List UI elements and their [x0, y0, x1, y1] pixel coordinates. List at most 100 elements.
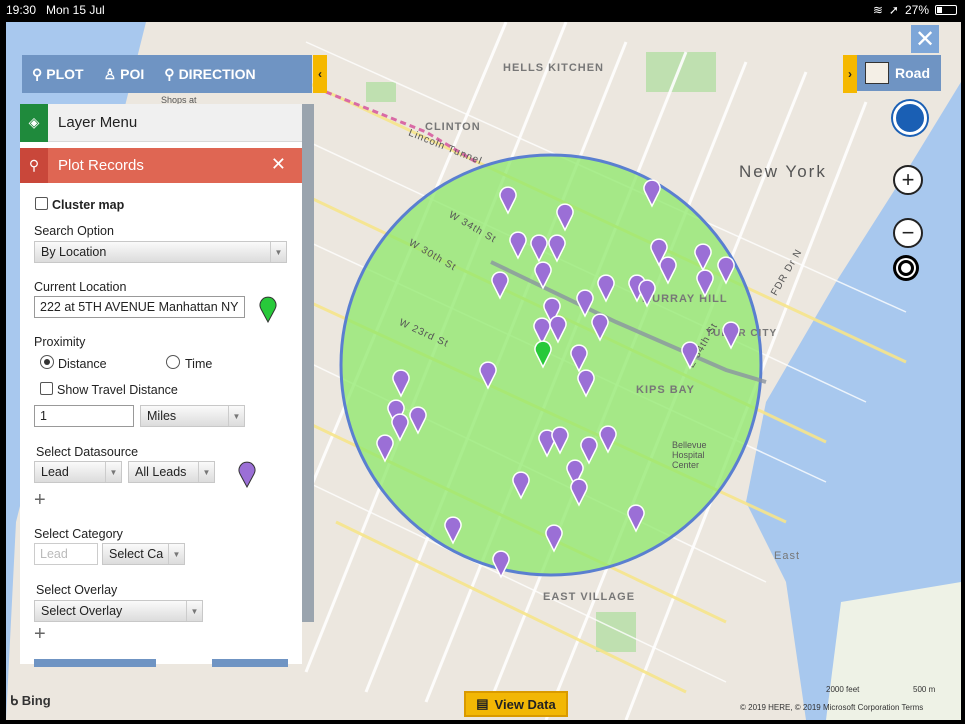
lead-marker[interactable]	[499, 186, 517, 215]
origin-marker[interactable]	[534, 340, 552, 369]
lead-marker[interactable]	[599, 425, 617, 454]
panel-scrollbar[interactable]	[302, 104, 314, 622]
lead-marker[interactable]	[444, 516, 462, 545]
lead-marker[interactable]	[548, 234, 566, 263]
scale-feet: 2000 feet	[826, 685, 860, 694]
lead-marker[interactable]	[545, 524, 563, 553]
datasource-select[interactable]: Lead ▼	[34, 461, 122, 483]
overlay-select[interactable]: Select Overlay ▼	[34, 600, 203, 622]
poi-button[interactable]: ♙ POI	[94, 55, 155, 93]
time-radio[interactable]	[166, 355, 180, 369]
distance-input[interactable]: 1	[34, 405, 134, 427]
bing-label: Bing	[21, 693, 51, 708]
battery-percent: 27%	[904, 3, 929, 17]
lead-marker[interactable]	[580, 436, 598, 465]
select-overlay-label: Select Overlay	[36, 583, 118, 597]
lead-marker[interactable]	[638, 279, 656, 308]
marker-color-icon[interactable]	[237, 460, 257, 488]
add-overlay-icon[interactable]: +	[34, 623, 46, 646]
distance-radio[interactable]	[40, 355, 54, 369]
lead-marker[interactable]	[681, 341, 699, 370]
lead-marker[interactable]	[722, 321, 740, 350]
plot-label: PLOT	[46, 66, 84, 82]
close-plot-records-icon[interactable]: ✕	[271, 154, 286, 175]
map-pin-icon: ⚲	[20, 148, 48, 183]
proximity-label: Proximity	[34, 335, 86, 349]
search-option-select[interactable]: By Location ▼	[34, 241, 287, 263]
lead-marker[interactable]	[533, 317, 551, 346]
panel-action-button-right[interactable]	[212, 659, 288, 667]
compass-icon[interactable]	[893, 101, 927, 135]
lead-marker[interactable]	[512, 471, 530, 500]
location-arrow-icon: ➚	[888, 3, 899, 17]
lead-marker[interactable]	[627, 504, 645, 533]
view-data-button[interactable]: ▤ View Data	[464, 691, 568, 717]
expand-map-style-button[interactable]: ›	[843, 55, 857, 93]
cluster-map-checkbox[interactable]	[35, 197, 48, 210]
map-style-road-button[interactable]: Road	[857, 55, 941, 91]
lead-marker[interactable]	[491, 271, 509, 300]
dropdown-arrow-icon: ▼	[186, 601, 202, 621]
toolbar: ⚲ PLOT ♙ POI ⚲ DIRECTION	[22, 55, 312, 93]
current-location-input[interactable]: 222 at 5TH AVENUE Manhattan NY	[34, 296, 245, 318]
show-travel-distance-checkbox[interactable]	[40, 382, 53, 395]
map-copyright: © 2019 HERE, © 2019 Microsoft Corporatio…	[740, 703, 924, 712]
lead-marker[interactable]	[492, 550, 510, 579]
lead-marker[interactable]	[597, 274, 615, 303]
lead-marker[interactable]	[570, 478, 588, 507]
locate-me-button[interactable]	[893, 255, 919, 281]
minus-icon: −	[901, 220, 915, 245]
lead-marker[interactable]	[392, 369, 410, 398]
side-panel: ◈ Layer Menu ⚲ Plot Records ✕ Cluster ma…	[20, 103, 302, 667]
bing-icon: ᑲ	[10, 693, 22, 708]
layers-icon: ◈	[20, 103, 48, 142]
panel-action-button-left[interactable]	[34, 659, 156, 667]
lead-marker[interactable]	[551, 426, 569, 455]
lead-marker[interactable]	[577, 369, 595, 398]
lead-marker[interactable]	[717, 256, 735, 285]
close-icon: ✕	[914, 25, 936, 53]
status-time: 19:30	[6, 3, 37, 17]
road-map-icon	[865, 62, 889, 84]
person-pin-icon: ♙	[103, 65, 117, 82]
layer-menu-header[interactable]: ◈ Layer Menu	[20, 103, 302, 142]
close-button[interactable]: ✕	[911, 25, 939, 53]
dropdown-arrow-icon: ▼	[168, 544, 184, 564]
lead-marker[interactable]	[409, 406, 427, 435]
plot-button[interactable]: ⚲ PLOT	[22, 55, 94, 93]
dropdown-arrow-icon: ▼	[270, 242, 286, 262]
battery-icon	[935, 5, 957, 15]
lead-marker[interactable]	[643, 179, 661, 208]
lead-marker[interactable]	[659, 256, 677, 285]
bing-logo: ᑲ Bing	[10, 693, 51, 709]
category-select-value: Select Ca	[109, 547, 164, 561]
lead-marker[interactable]	[576, 289, 594, 318]
lead-marker[interactable]	[509, 231, 527, 260]
collapse-toolbar-button[interactable]: ‹	[313, 55, 327, 93]
status-date: Mon 15 Jul	[46, 3, 105, 17]
lead-marker[interactable]	[376, 434, 394, 463]
view-data-label: View Data	[494, 696, 556, 712]
lead-marker[interactable]	[556, 203, 574, 232]
scale-meters: 500 m	[913, 685, 936, 694]
direction-button[interactable]: ⚲ DIRECTION	[154, 55, 265, 93]
category-input[interactable]: Lead	[34, 543, 98, 565]
lead-marker[interactable]	[570, 344, 588, 373]
lead-marker[interactable]	[694, 243, 712, 272]
lead-marker[interactable]	[591, 313, 609, 342]
lead-marker[interactable]	[530, 234, 548, 263]
lead-marker[interactable]	[534, 261, 552, 290]
dropdown-arrow-icon: ▼	[198, 462, 214, 482]
category-select[interactable]: Select Ca ▼	[102, 543, 185, 565]
lead-marker[interactable]	[696, 269, 714, 298]
add-datasource-icon[interactable]: +	[34, 489, 46, 512]
overlay-value: Select Overlay	[41, 604, 123, 618]
lead-marker[interactable]	[391, 413, 409, 442]
zoom-out-button[interactable]: −	[893, 218, 923, 248]
datasource-filter-select[interactable]: All Leads ▼	[128, 461, 215, 483]
unit-value: Miles	[147, 409, 177, 423]
lead-marker[interactable]	[479, 361, 497, 390]
lead-marker[interactable]	[549, 315, 567, 344]
zoom-in-button[interactable]: +	[893, 165, 923, 195]
unit-select[interactable]: Miles ▼	[140, 405, 245, 427]
